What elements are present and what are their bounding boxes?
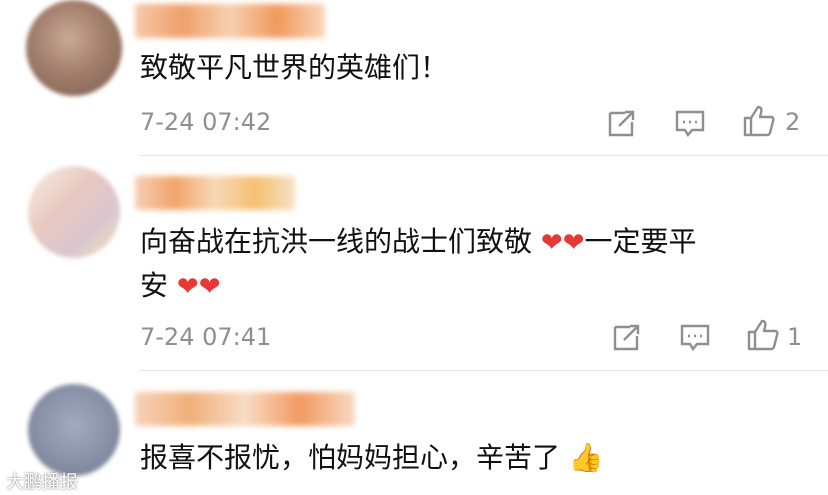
comment-text-body: 报喜不报忧，怕妈妈担心，辛苦了: [140, 441, 561, 474]
comment-text-line1: 向奋战在抗洪一线的战士们致敬: [140, 225, 533, 258]
avatar[interactable]: [26, 0, 122, 96]
like-icon: [743, 105, 775, 137]
comment-icon: [680, 324, 710, 352]
comment-time: 7-24 07:42: [140, 108, 272, 136]
avatar[interactable]: [28, 166, 120, 258]
reply-button[interactable]: [678, 320, 712, 354]
like-icon: [747, 319, 779, 351]
thumbs-up-emoji: 👍: [568, 441, 604, 474]
divider: [140, 370, 828, 371]
comment-text: 报喜不报忧，怕妈妈担心，辛苦了 👍: [140, 436, 788, 480]
like-button[interactable]: [746, 318, 780, 352]
watermark: 大鹏播报: [6, 472, 78, 493]
comment-icon: [675, 110, 705, 138]
share-button[interactable]: [610, 320, 644, 354]
heart-emoji: ❤: [198, 272, 221, 302]
comment-time: 7-24 07:41: [140, 323, 272, 351]
heart-emoji: ❤: [176, 272, 199, 302]
divider: [140, 155, 828, 156]
reply-button[interactable]: [673, 106, 707, 140]
share-icon: [608, 110, 635, 137]
share-button[interactable]: [605, 106, 639, 140]
like-count: 1: [787, 323, 803, 351]
like-count: 2: [785, 108, 801, 136]
comment-text-line2: 安: [140, 269, 169, 302]
comment-text: 致敬平凡世界的英雄们！: [140, 51, 449, 84]
username-blurred[interactable]: [135, 4, 325, 38]
username-blurred[interactable]: [135, 392, 355, 426]
heart-emoji: ❤: [540, 228, 563, 258]
like-button[interactable]: [742, 104, 776, 138]
username-blurred[interactable]: [135, 176, 295, 210]
comment-text: 向奋战在抗洪一线的战士们致敬 ❤❤一定要平: [140, 220, 788, 265]
share-icon: [613, 324, 640, 351]
heart-emoji: ❤: [562, 228, 585, 258]
comment-text-line2-row: 安 ❤❤: [140, 264, 788, 309]
comment-text-line1-tail: 一定要平: [584, 225, 697, 258]
avatar[interactable]: [28, 384, 120, 476]
